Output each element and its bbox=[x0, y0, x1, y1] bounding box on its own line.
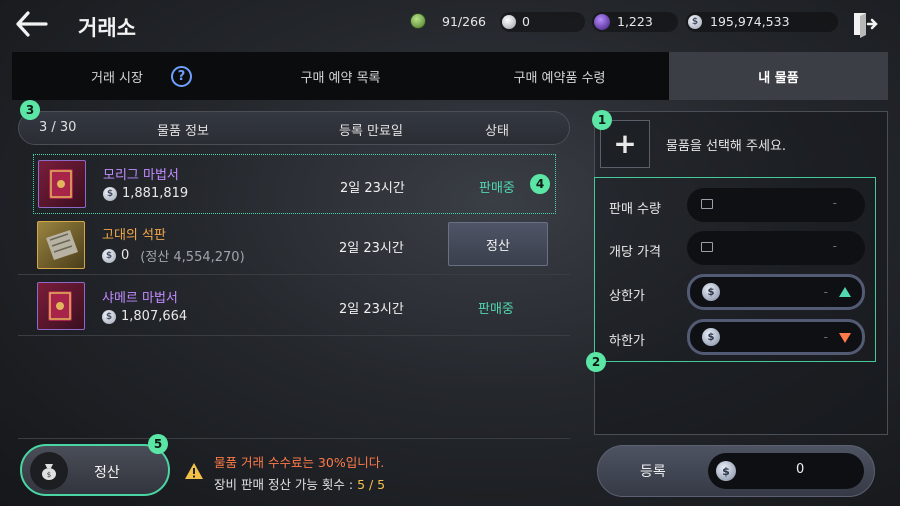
item-count: 3 / 30 bbox=[39, 120, 77, 135]
unit-price-value: - bbox=[832, 239, 837, 253]
item-price: $ 1,881,819 bbox=[103, 186, 188, 201]
back-button[interactable] bbox=[14, 10, 54, 40]
page-title: 거래소 bbox=[78, 16, 136, 40]
item-name: 고대의 석판 bbox=[102, 228, 166, 243]
price-form: 판매 수량 - 개당 가격 - 상한가 $ - 하한가 $ - bbox=[594, 177, 876, 362]
tab-label: 구매 예약품 수령 bbox=[513, 70, 606, 86]
tab-label: 거래 시장 bbox=[91, 70, 143, 86]
total-amount: 0 bbox=[796, 462, 805, 477]
tab-my-items[interactable]: 내 물품 bbox=[669, 52, 888, 100]
currency-silver: $ 195,974,533 bbox=[686, 12, 838, 32]
min-price-input[interactable]: $ - bbox=[687, 319, 865, 355]
tab-purchase-reservations[interactable]: 구매 예약 목록 bbox=[231, 52, 450, 100]
tab-label: 내 물품 bbox=[758, 70, 799, 86]
exit-button[interactable] bbox=[850, 10, 882, 40]
sale-count: 장비 판매 정산 가능 횟수 : 5 / 5 bbox=[214, 474, 385, 493]
guide-badge-5: 5 bbox=[148, 434, 168, 454]
fee-notice: 물품 거래 수수료는 30%입니다. bbox=[214, 455, 385, 470]
guide-badge-1: 1 bbox=[592, 110, 612, 130]
status-selling: 판매중 bbox=[479, 181, 515, 196]
expiry-time: 2일 23시간 bbox=[339, 302, 404, 317]
pearl-icon bbox=[502, 15, 516, 29]
help-icon[interactable]: ? bbox=[170, 65, 192, 87]
total-amount-display: $ 0 bbox=[708, 453, 864, 489]
price-value: 0 bbox=[121, 248, 130, 263]
settle-all-button[interactable]: $ 정산 bbox=[20, 444, 170, 496]
purple-gem-icon bbox=[594, 14, 610, 30]
expiry-time: 2일 23시간 bbox=[340, 181, 405, 196]
silver-coin-icon: $ bbox=[688, 15, 702, 29]
table-row[interactable]: 모리그 마법서 $ 1,881,819 2일 23시간 판매중 4 bbox=[33, 154, 556, 214]
max-price-input[interactable]: $ - bbox=[687, 274, 865, 310]
silver-coin-icon: $ bbox=[702, 328, 720, 346]
settle-item-button[interactable]: 정산 bbox=[448, 222, 548, 266]
select-item-prompt: 물품을 선택해 주세요. bbox=[666, 139, 787, 154]
item-name: 모리그 마법서 bbox=[103, 168, 179, 183]
warning-icon bbox=[184, 462, 204, 480]
quantity-label: 판매 수량 bbox=[609, 202, 661, 217]
stone-tablet-icon bbox=[37, 221, 85, 269]
item-price: $ 1,807,664 bbox=[102, 309, 187, 324]
currency-value: 1,223 bbox=[617, 14, 653, 29]
quantity-input[interactable]: - bbox=[687, 188, 865, 222]
max-price-label: 상한가 bbox=[609, 289, 645, 304]
tab-bar: 거래 시장 ? 구매 예약 목록 구매 예약품 수령 내 물품 bbox=[12, 52, 888, 100]
table-row[interactable]: 고대의 석판 $ 0 (정산 4,554,270) 2일 23시간 정산 bbox=[18, 215, 570, 275]
calculator-icon bbox=[701, 199, 713, 209]
quantity-value: - bbox=[832, 196, 837, 210]
currency-value: 91/266 bbox=[442, 14, 486, 29]
settlement-amount: (정산 4,554,270) bbox=[140, 250, 245, 265]
inventory-icon bbox=[410, 13, 426, 29]
item-price: $ 0 (정산 4,554,270) bbox=[102, 246, 245, 265]
currency-pearl: 0 bbox=[500, 12, 585, 32]
price-value: 1,881,819 bbox=[122, 186, 189, 201]
guide-badge-3: 3 bbox=[20, 100, 40, 120]
guide-badge-4: 4 bbox=[530, 174, 550, 194]
unit-price-input[interactable]: - bbox=[687, 231, 865, 265]
column-item-info: 물품 정보 bbox=[157, 124, 209, 139]
tab-receive-reserved[interactable]: 구매 예약품 수령 bbox=[450, 52, 669, 100]
spellbook-icon bbox=[38, 160, 86, 208]
currency-gem: 1,223 bbox=[592, 12, 678, 32]
min-price-label: 하한가 bbox=[609, 334, 645, 349]
column-expiry: 등록 만료일 bbox=[339, 124, 403, 139]
table-row[interactable]: 샤메르 마법서 $ 1,807,664 2일 23시간 판매중 bbox=[18, 276, 570, 336]
sale-count-value: 5 / 5 bbox=[357, 477, 386, 492]
calculator-icon bbox=[701, 242, 713, 252]
plus-icon: + bbox=[613, 127, 637, 160]
guide-badge-2: 2 bbox=[586, 352, 606, 372]
max-price-value: - bbox=[823, 285, 828, 299]
silver-coin-icon: $ bbox=[102, 309, 116, 324]
currency-value: 195,974,533 bbox=[710, 14, 790, 29]
silver-coin-icon: $ bbox=[103, 186, 117, 201]
register-button[interactable]: 등록 $ 0 bbox=[597, 445, 875, 497]
column-status: 상태 bbox=[485, 124, 509, 139]
register-label: 등록 bbox=[640, 464, 666, 480]
arrow-left-icon bbox=[16, 11, 48, 37]
svg-text:$: $ bbox=[47, 471, 51, 479]
arrow-down-icon bbox=[839, 333, 851, 343]
exit-door-icon bbox=[854, 13, 878, 38]
tab-label: 구매 예약 목록 bbox=[300, 70, 381, 86]
silver-coin-icon: $ bbox=[716, 461, 736, 481]
top-bar: 거래소 91/266 0 1,223 $ 195,974,533 bbox=[0, 0, 900, 50]
price-value: 1,807,664 bbox=[121, 309, 188, 324]
unit-price-label: 개당 가격 bbox=[609, 245, 661, 260]
money-bag-icon: $ bbox=[30, 452, 68, 490]
item-name: 샤메르 마법서 bbox=[102, 291, 178, 306]
status-selling: 판매중 bbox=[478, 302, 514, 317]
silver-coin-icon: $ bbox=[702, 283, 720, 301]
divider bbox=[18, 438, 570, 439]
settle-label: 정산 bbox=[94, 465, 120, 481]
sale-count-label: 장비 판매 정산 가능 횟수 : bbox=[214, 477, 358, 492]
min-price-value: - bbox=[823, 330, 828, 344]
arrow-up-icon bbox=[839, 287, 851, 297]
expiry-time: 2일 23시간 bbox=[339, 241, 404, 256]
table-header: 3 / 30 물품 정보 등록 만료일 상태 bbox=[18, 111, 570, 145]
currency-value: 0 bbox=[522, 14, 530, 29]
tab-market[interactable]: 거래 시장 ? bbox=[12, 52, 231, 100]
spellbook-icon bbox=[37, 282, 85, 330]
silver-coin-icon: $ bbox=[102, 248, 116, 263]
